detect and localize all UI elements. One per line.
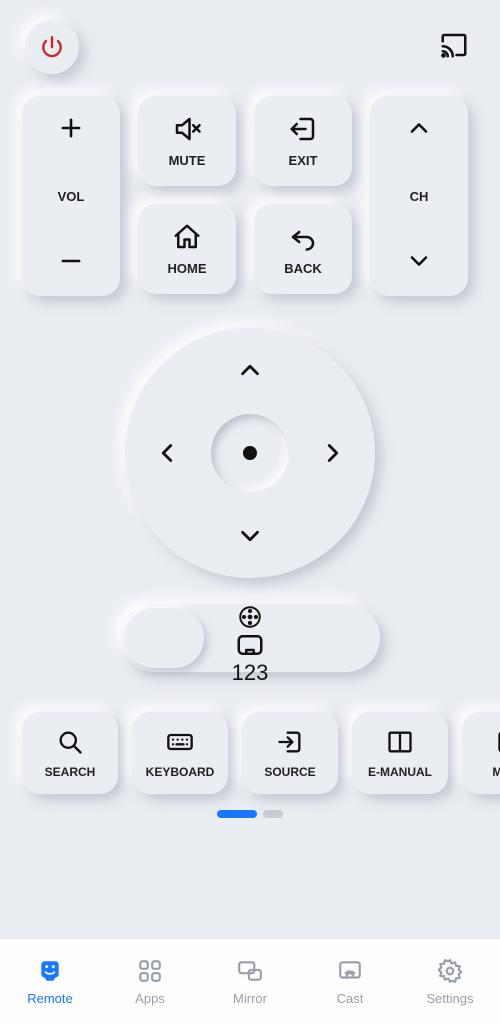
channel-up-button[interactable] <box>405 114 433 145</box>
page-dot <box>263 810 283 818</box>
dpad-left-button[interactable] <box>137 423 197 483</box>
exit-label: EXIT <box>289 153 318 168</box>
dpad <box>125 328 375 578</box>
mode-switch: 123 <box>120 604 380 672</box>
dpad-up-button[interactable] <box>220 340 280 400</box>
tab-label: Remote <box>27 991 73 1006</box>
back-label: BACK <box>284 261 322 276</box>
dpad-down-button[interactable] <box>220 506 280 566</box>
shortcut-emanual[interactable]: E-MANUAL <box>352 712 448 794</box>
page-dot-active <box>217 810 257 818</box>
tab-cast[interactable]: Cast <box>300 939 400 1024</box>
tab-settings[interactable]: Settings <box>400 939 500 1024</box>
shortcut-search[interactable]: SEARCH <box>22 712 118 794</box>
book-icon <box>386 728 414 759</box>
volume-rocker: VOL <box>22 96 120 296</box>
menu-icon <box>496 728 500 759</box>
channel-label: CH <box>410 189 429 204</box>
mode-dpad-button[interactable] <box>237 604 263 630</box>
mode-active-indicator <box>124 608 204 668</box>
volume-down-button[interactable] <box>57 247 85 278</box>
back-icon <box>288 222 318 255</box>
shortcut-scroller[interactable]: SEARCH KEYBOARD SOURCE E-MANUAL MENU <box>0 688 500 804</box>
source-icon <box>276 728 304 759</box>
dpad-right-button[interactable] <box>303 423 363 483</box>
tabbar: Remote Apps Mirror Cast Settings <box>0 938 500 1024</box>
remote-icon <box>37 958 63 987</box>
power-button[interactable] <box>25 20 79 74</box>
tab-label: Apps <box>135 991 165 1006</box>
shortcut-keyboard[interactable]: KEYBOARD <box>132 712 228 794</box>
gear-icon <box>437 958 463 987</box>
tab-label: Cast <box>337 991 364 1006</box>
tab-remote[interactable]: Remote <box>0 939 100 1024</box>
tab-label: Settings <box>427 991 474 1006</box>
home-button[interactable]: HOME <box>138 204 236 294</box>
tab-apps[interactable]: Apps <box>100 939 200 1024</box>
mute-label: MUTE <box>169 153 206 168</box>
dpad-ok-dot <box>243 446 257 460</box>
channel-down-button[interactable] <box>405 247 433 278</box>
mirror-icon <box>237 958 263 987</box>
mute-icon <box>172 114 202 147</box>
volume-up-button[interactable] <box>57 114 85 145</box>
back-button[interactable]: BACK <box>254 204 352 294</box>
mode-numpad-label: 123 <box>232 660 269 686</box>
mute-button[interactable]: MUTE <box>138 96 236 186</box>
shortcut-label: KEYBOARD <box>146 765 215 779</box>
dpad-ok-button[interactable] <box>211 414 289 492</box>
mode-touchpad-button[interactable] <box>235 630 265 660</box>
apps-icon <box>137 958 163 987</box>
keyboard-icon <box>166 728 194 759</box>
shortcut-menu[interactable]: MENU <box>462 712 500 794</box>
search-icon <box>56 728 84 759</box>
home-icon <box>172 222 202 255</box>
cast-tab-icon <box>337 958 363 987</box>
cast-icon-button[interactable] <box>433 24 475 71</box>
shortcut-label: MENU <box>492 765 500 779</box>
exit-button[interactable]: EXIT <box>254 96 352 186</box>
tab-label: Mirror <box>233 991 267 1006</box>
shortcut-label: SEARCH <box>45 765 96 779</box>
shortcut-label: SOURCE <box>264 765 315 779</box>
shortcut-source[interactable]: SOURCE <box>242 712 338 794</box>
volume-label: VOL <box>58 189 85 204</box>
mode-numpad-button[interactable]: 123 <box>232 660 269 686</box>
tab-mirror[interactable]: Mirror <box>200 939 300 1024</box>
channel-rocker: CH <box>370 96 468 296</box>
page-indicator <box>0 804 500 838</box>
exit-icon <box>288 114 318 147</box>
home-label: HOME <box>168 261 207 276</box>
shortcut-label: E-MANUAL <box>368 765 432 779</box>
